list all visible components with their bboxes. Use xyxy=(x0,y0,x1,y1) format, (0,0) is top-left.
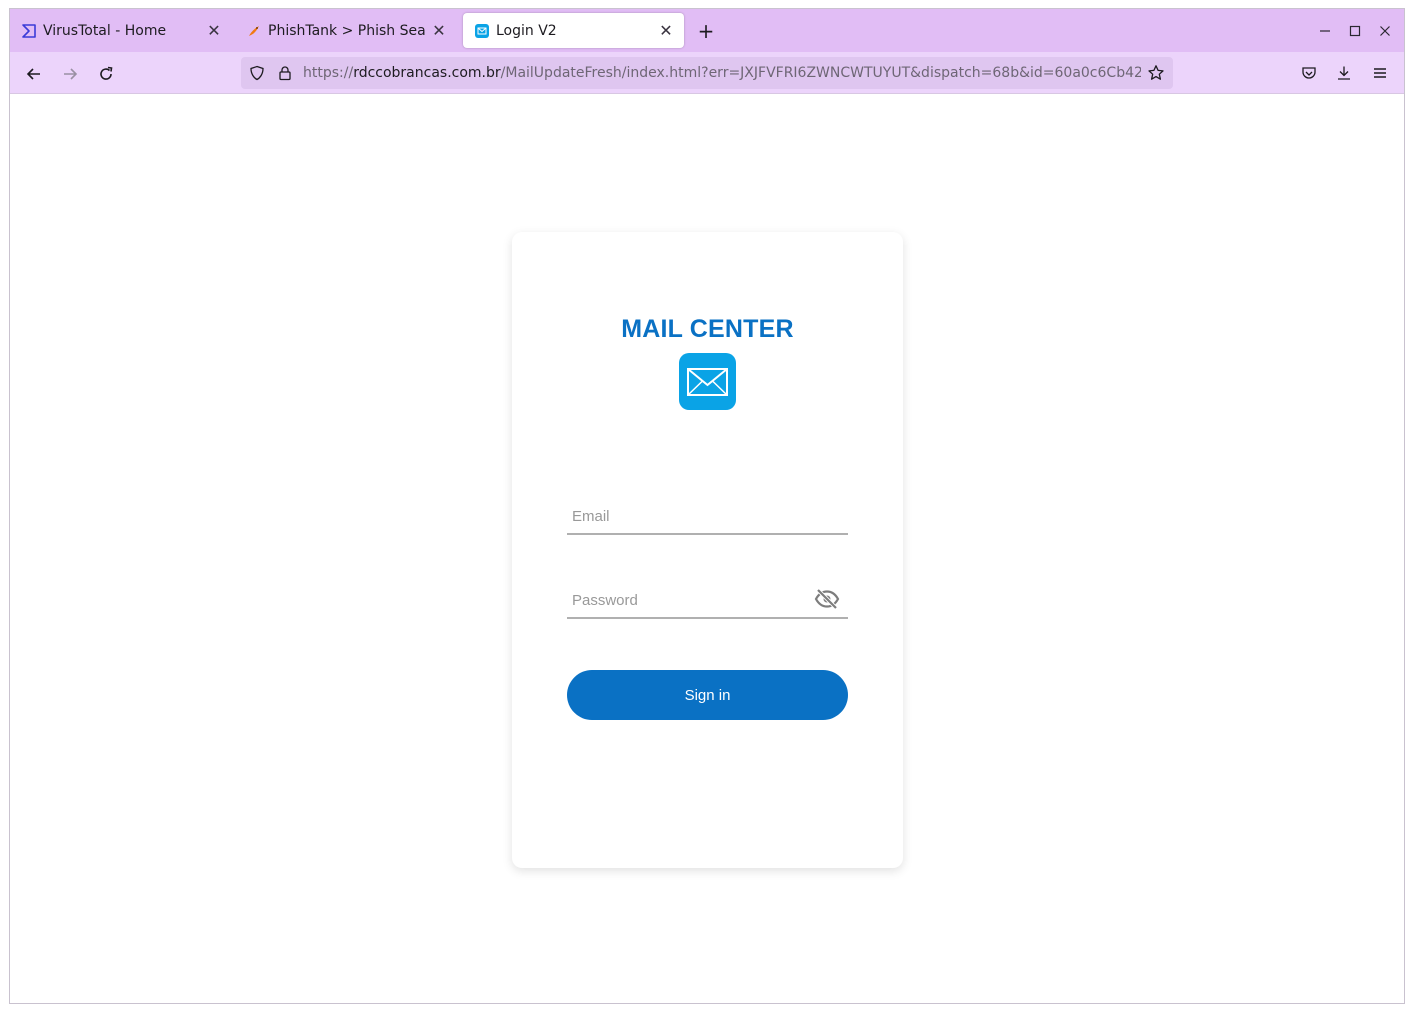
lock-icon[interactable] xyxy=(277,65,293,81)
tab-strip: VirusTotal - Home ✕ PhishTank > Phish Se… xyxy=(10,9,1404,52)
tab-phishtank[interactable]: PhishTank > Phish Search ✕ xyxy=(235,13,457,48)
bookmark-star-icon[interactable] xyxy=(1147,64,1165,82)
forward-arrow-icon[interactable] xyxy=(56,60,84,88)
mail-favicon xyxy=(474,23,490,39)
pocket-icon[interactable] xyxy=(1296,60,1322,86)
maximize-icon[interactable] xyxy=(1342,18,1368,44)
url-text[interactable]: https://rdccobrancas.com.br/MailUpdateFr… xyxy=(303,65,1141,81)
virustotal-icon xyxy=(21,23,37,39)
browser-window: VirusTotal - Home ✕ PhishTank > Phish Se… xyxy=(9,8,1405,1004)
hamburger-menu-icon[interactable] xyxy=(1367,60,1393,86)
address-bar[interactable]: https://rdccobrancas.com.br/MailUpdateFr… xyxy=(241,57,1173,89)
tab-title: Login V2 xyxy=(496,22,557,39)
download-icon[interactable] xyxy=(1331,60,1357,86)
url-host: rdccobrancas.com.br xyxy=(353,65,501,81)
minimize-icon[interactable] xyxy=(1312,18,1338,44)
email-input[interactable] xyxy=(567,499,848,533)
tab-title: PhishTank > Phish Search xyxy=(268,22,427,39)
new-tab-button[interactable]: + xyxy=(694,19,718,43)
password-field-wrapper xyxy=(567,583,848,619)
tab-login-v2[interactable]: Login V2 ✕ xyxy=(463,13,684,48)
password-input[interactable] xyxy=(567,583,848,617)
tab-virustotal[interactable]: VirusTotal - Home ✕ xyxy=(10,13,232,48)
back-arrow-icon[interactable] xyxy=(20,60,48,88)
close-tab-icon[interactable]: ✕ xyxy=(654,19,678,43)
page-content: MAIL CENTER Email Sign in xyxy=(10,94,1404,1003)
email-field-wrapper xyxy=(567,499,848,535)
eye-slash-icon[interactable] xyxy=(814,588,840,610)
sign-in-button[interactable]: Sign in xyxy=(567,670,848,720)
url-path: /MailUpdateFresh/index.html?err=JXJFVFRI… xyxy=(500,65,1141,81)
login-card: MAIL CENTER Email Sign in xyxy=(512,232,903,868)
url-scheme: https:// xyxy=(303,65,354,81)
shield-icon[interactable] xyxy=(249,65,265,81)
tab-title: VirusTotal - Home xyxy=(43,22,167,39)
close-tab-icon[interactable]: ✕ xyxy=(427,19,451,43)
navigation-bar: https://rdccobrancas.com.br/MailUpdateFr… xyxy=(10,52,1404,94)
brand-title: MAIL CENTER xyxy=(621,315,794,343)
mail-envelope-icon xyxy=(679,353,736,410)
reload-icon[interactable] xyxy=(92,60,120,88)
close-tab-icon[interactable]: ✕ xyxy=(202,19,226,43)
close-window-icon[interactable] xyxy=(1372,18,1398,44)
phishtank-icon xyxy=(246,23,262,39)
